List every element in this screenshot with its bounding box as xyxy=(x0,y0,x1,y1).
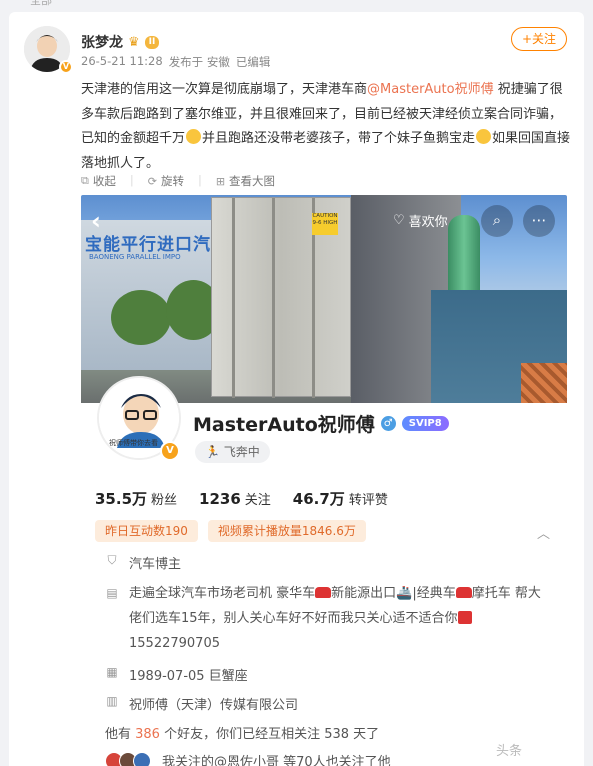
emoji-icon xyxy=(476,129,492,144)
birthday-text: 1989-07-05 巨蟹座 xyxy=(129,669,248,684)
author-name[interactable]: 张梦龙 xyxy=(81,32,123,52)
friends-info: 他有 386 个好友，你们已经互相关注 538 天了 xyxy=(105,723,379,742)
car-icon xyxy=(315,587,332,598)
collapse-icon: ⧉ xyxy=(81,174,89,187)
mention-link[interactable]: @MasterAuto祝师傅 xyxy=(367,82,494,97)
svip-badge: SVIP8 xyxy=(401,416,449,431)
stat-num: 1236 xyxy=(199,490,241,508)
wood-pile xyxy=(521,363,567,403)
mutual-follow[interactable]: 我关注的@恩佐小哥 等70人也关注了他 xyxy=(105,751,391,766)
desc-part: |经典车 xyxy=(412,586,456,601)
like-you-label: 喜欢你 xyxy=(408,215,448,230)
heart-icon: ♡ xyxy=(393,213,405,228)
description-text: 走遍全球汽车市场老司机 豪华车 新能源出口🚢|经典车 摩托车 帮大佬们选车15年，别… xyxy=(129,581,545,656)
document-icon: ▤ xyxy=(106,586,118,600)
top-strip: 全部 xyxy=(0,0,593,7)
post-source: 发布于 安徽 xyxy=(168,55,230,69)
rotate-icon: ⟳ xyxy=(147,174,157,188)
collapse-action[interactable]: ⧉ 收起 xyxy=(81,173,116,189)
profile-name: MasterAuto祝师傅 xyxy=(193,414,375,436)
container-bar xyxy=(272,198,275,398)
profile-screenshot-image[interactable]: 宝能平行进口汽 BAONENG PARALLEL IMPO CAUTION 9-… xyxy=(81,195,567,766)
video-plays-chip[interactable]: 视频累计播放量1846.6万 xyxy=(207,520,366,542)
stat-engagement[interactable]: 46.7万 转评赞 xyxy=(293,488,398,509)
divider: | xyxy=(129,173,134,187)
weibo-post-card: V 张梦龙 ♛ II 26-5-21 11:28 发布于 安徽 已编辑 +关注 … xyxy=(9,12,584,766)
company-info: ▥ 祝师傅（天津）传媒有限公司 xyxy=(105,694,298,713)
avatar-caption: 祝师傅带你去看 xyxy=(109,439,158,447)
tree xyxy=(111,290,171,345)
stat-num: 46.7万 xyxy=(292,490,345,508)
emoji-icon xyxy=(186,129,202,144)
mutual-text: 我关注的@恩佐小哥 等70人也关注了他 xyxy=(162,755,391,766)
view-large-icon: ⊞ xyxy=(215,174,226,188)
stat-fans[interactable]: 35.5万 粉丝 xyxy=(95,488,187,509)
post-time[interactable]: 26-5-21 11:28 xyxy=(81,54,163,70)
verified-info: ⛉ 汽车博主 xyxy=(105,553,181,572)
chevron-up-icon[interactable]: ︿ xyxy=(537,523,550,542)
ship-icon: 🚢 xyxy=(396,586,413,601)
like-you-button[interactable]: ♡ 喜欢你 xyxy=(393,211,448,230)
status-label: 飞奔中 xyxy=(223,445,260,459)
view-large-label: 查看大图 xyxy=(229,174,276,188)
edited-label[interactable]: 已编辑 xyxy=(236,54,271,70)
stat-following[interactable]: 1236 关注 xyxy=(199,489,281,508)
image-actions: ⧉ 收起 | ⟳ 旋转 | ⊞ 查看大图 xyxy=(81,173,275,189)
friends-text: 个好友，你们已经互相关注 538 天了 xyxy=(159,727,380,742)
view-large-action[interactable]: ⊞ 查看大图 xyxy=(216,173,275,189)
desc-part: 走遍全球汽车市场老司机 豪华车 xyxy=(129,586,316,601)
verified-text: 汽车博主 xyxy=(129,557,182,572)
profile-description: ▤ 走遍全球汽车市场老司机 豪华车 新能源出口🚢|经典车 摩托车 帮大佬们选车15年… xyxy=(105,581,545,656)
search-icon[interactable]: ⌕ xyxy=(481,205,513,237)
mutual-avatar xyxy=(133,751,151,766)
watermark: 头条 xyxy=(496,744,523,759)
caution-sticker: CAUTION 9-6 HIGH xyxy=(312,213,338,235)
shield-icon: ⛉ xyxy=(107,553,117,567)
building-sign-sub: BAONENG PARALLEL IMPO xyxy=(89,253,181,261)
back-arrow-icon[interactable]: ‹ xyxy=(91,207,101,235)
profile-stats: 35.5万 粉丝 1236 关注 46.7万 转评赞 xyxy=(95,488,398,509)
stat-label: 转评赞 xyxy=(348,493,388,508)
desc-part: 新能源出口 xyxy=(331,586,397,601)
post-text: 天津港的信用这一次算是彻底崩塌了，天津港车商@MasterAuto祝师傅 祝捷骗… xyxy=(81,78,571,176)
interaction-chip[interactable]: 昨日互动数190 xyxy=(95,520,198,542)
car-icon xyxy=(455,587,472,598)
verified-v-icon: V xyxy=(59,60,73,74)
stat-label: 关注 xyxy=(244,493,271,508)
birthday-info: ▦ 1989-07-05 巨蟹座 xyxy=(105,665,248,684)
collapse-label: 收起 xyxy=(92,174,116,188)
more-icon[interactable]: ⋯ xyxy=(523,205,555,237)
profile-verified-icon: V xyxy=(160,441,180,461)
company-text[interactable]: 祝师傅（天津）传媒有限公司 xyxy=(129,694,298,713)
male-gender-icon: ♂ xyxy=(380,416,396,431)
stat-num: 35.5万 xyxy=(95,490,148,508)
post-text-part3: 并且跑路还没带老婆孩子，带了个妹子鱼鹅宝走 xyxy=(202,131,476,146)
phone-number[interactable]: 15522790705 xyxy=(129,636,220,651)
level-badge: II xyxy=(144,35,160,49)
rotate-action[interactable]: ⟳ 旋转 xyxy=(148,173,184,189)
phone-icon xyxy=(457,611,472,624)
divider: | xyxy=(197,173,202,187)
profile-banner: 宝能平行进口汽 BAONENG PARALLEL IMPO CAUTION 9-… xyxy=(81,195,567,403)
post-text-part1: 天津港的信用这一次算是彻底崩塌了，天津港车商 xyxy=(81,82,368,97)
calendar-icon: ▦ xyxy=(106,665,118,679)
status-pill[interactable]: 🏃 飞奔中 xyxy=(195,441,270,463)
rotate-label: 旋转 xyxy=(160,174,184,188)
friends-text: 他有 xyxy=(105,727,136,742)
crown-icon: ♛ xyxy=(128,34,140,50)
building-icon: ▥ xyxy=(106,694,118,708)
top-strip-label: 全部 xyxy=(30,0,52,7)
container-bar xyxy=(232,198,235,398)
stat-label: 粉丝 xyxy=(151,493,178,508)
profile-chips: 昨日互动数190 视频累计播放量1846.6万 xyxy=(95,520,366,542)
friends-count[interactable]: 386 xyxy=(135,727,160,742)
follow-button[interactable]: +关注 xyxy=(511,27,567,51)
building-sign: 宝能平行进口汽 xyxy=(85,235,211,255)
running-icon: 🏃 xyxy=(205,445,220,459)
